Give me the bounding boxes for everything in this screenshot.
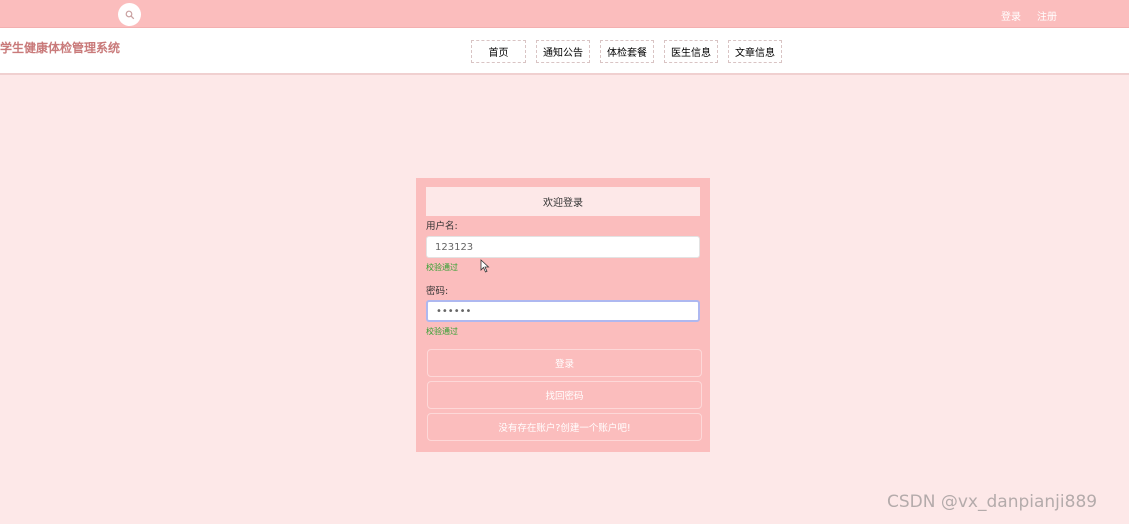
forgot-password-button[interactable]: 找回密码 <box>427 381 702 409</box>
password-label: 密码: <box>426 286 449 297</box>
username-input[interactable] <box>426 236 700 258</box>
password-status: 校验通过 <box>426 327 458 336</box>
header: 学生健康体检管理系统 首页 通知公告 体检套餐 医生信息 文章信息 <box>0 28 1129 75</box>
top-bar: 登录 注册 <box>0 0 1129 28</box>
login-button[interactable]: 登录 <box>427 349 702 377</box>
top-login-link[interactable]: 登录 <box>1001 8 1021 23</box>
nav-item-doctors[interactable]: 医生信息 <box>664 40 718 63</box>
top-links: 登录 注册 <box>1001 8 1057 23</box>
main-nav: 首页 通知公告 体检套餐 医生信息 文章信息 <box>471 40 782 63</box>
watermark: CSDN @vx_danpianji889 <box>887 492 1098 512</box>
mouse-cursor-icon <box>480 259 490 273</box>
nav-item-notices[interactable]: 通知公告 <box>536 40 590 63</box>
login-title: 欢迎登录 <box>426 187 700 216</box>
top-register-link[interactable]: 注册 <box>1037 8 1057 23</box>
search-icon <box>125 10 134 19</box>
username-status: 校验通过 <box>426 263 458 272</box>
register-button[interactable]: 没有存在账户?创建一个账户吧! <box>427 413 702 441</box>
nav-item-articles[interactable]: 文章信息 <box>728 40 782 63</box>
username-label: 用户名: <box>426 221 458 232</box>
search-button[interactable] <box>118 3 141 26</box>
password-input[interactable] <box>426 300 700 322</box>
site-title: 学生健康体检管理系统 <box>0 41 121 55</box>
nav-item-packages[interactable]: 体检套餐 <box>600 40 654 63</box>
nav-item-home[interactable]: 首页 <box>471 40 526 63</box>
login-panel: 欢迎登录 用户名: 校验通过 密码: 校验通过 登录 找回密码 没有存在账户?创… <box>416 178 710 452</box>
